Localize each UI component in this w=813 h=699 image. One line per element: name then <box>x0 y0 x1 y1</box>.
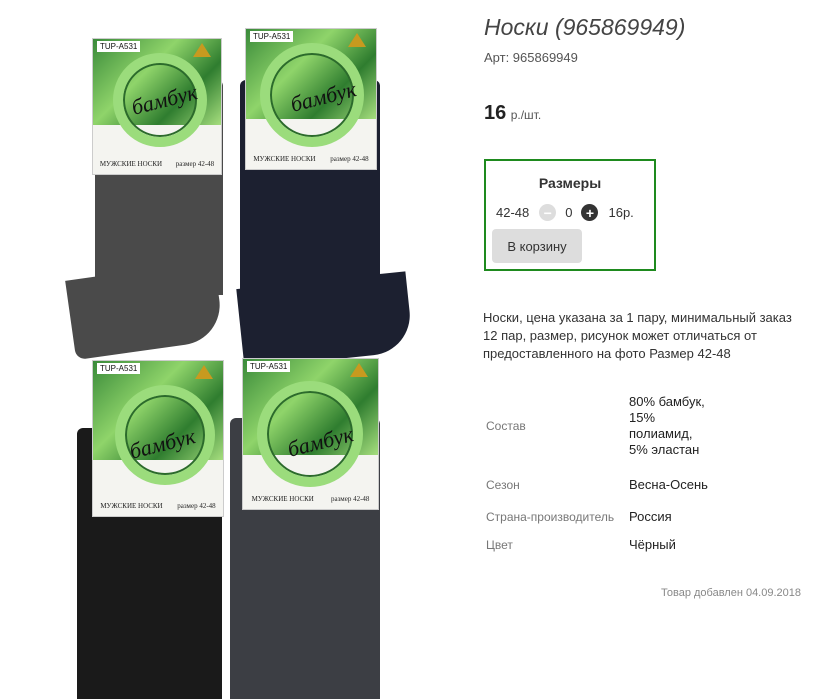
sizes-panel: Размеры 42-48 − 0 + 16р. В корзину <box>484 159 656 271</box>
property-value: 80% бамбук, 15% полиамид, 5% эластан <box>629 394 705 457</box>
size-row: 42-48 − 0 + 16р. <box>496 204 634 221</box>
sock-black: TUP-A531 бамбук МУЖСКИЕ НОСКИ размер 42-4… <box>55 358 230 699</box>
product-description: Носки, цена указана за 1 пару, минимальн… <box>483 310 792 361</box>
product-sku: Арт: 965869949 <box>484 50 578 65</box>
property-value: Весна-Осень <box>629 477 708 492</box>
property-key: Состав <box>486 419 526 433</box>
property-row: Страна-производитель Россия <box>483 502 709 532</box>
property-row: Сезон Весна-Осень <box>483 468 709 502</box>
property-value: Россия <box>629 509 672 524</box>
added-date: Товар добавлен 04.09.2018 <box>661 587 802 599</box>
size-label: 42-48 <box>496 205 530 220</box>
sock-dark-gray: TUP-A531 бамбук МУЖСКИЕ НОСКИ размер 42-4… <box>55 20 230 361</box>
property-key: Страна-производитель <box>486 510 615 524</box>
property-row: Состав 80% бамбук, 15% полиамид, 5% элас… <box>483 384 709 468</box>
property-key: Сезон <box>486 478 520 492</box>
add-to-cart-button[interactable]: В корзину <box>492 229 582 263</box>
price-value: 16 <box>484 102 507 124</box>
property-row: Цвет Чёрный <box>483 532 709 558</box>
plus-icon[interactable]: + <box>581 204 599 221</box>
quantity-value: 0 <box>565 205 573 220</box>
product-title: Носки (965869949) <box>484 14 686 40</box>
sock-charcoal: TUP-A531 бамбук МУЖСКИЕ НОСКИ размер 42-4… <box>230 358 445 699</box>
product-price: 16 р./шт. <box>484 102 541 125</box>
property-key: Цвет <box>486 538 513 552</box>
price-unit: р./шт. <box>510 108 542 122</box>
properties-table: Состав 80% бамбук, 15% полиамид, 5% элас… <box>483 384 709 558</box>
product-image[interactable]: TUP-A531 бамбук МУЖСКИЕ НОСКИ размер 42-4… <box>55 20 445 699</box>
size-price: 16р. <box>608 205 634 220</box>
sock-navy: TUP-A531 бамбук МУЖСКИЕ НОСКИ размер 42-4… <box>230 20 445 369</box>
minus-icon[interactable]: − <box>539 204 557 221</box>
sizes-title: Размеры <box>538 175 602 191</box>
property-value: Чёрный <box>629 537 676 552</box>
